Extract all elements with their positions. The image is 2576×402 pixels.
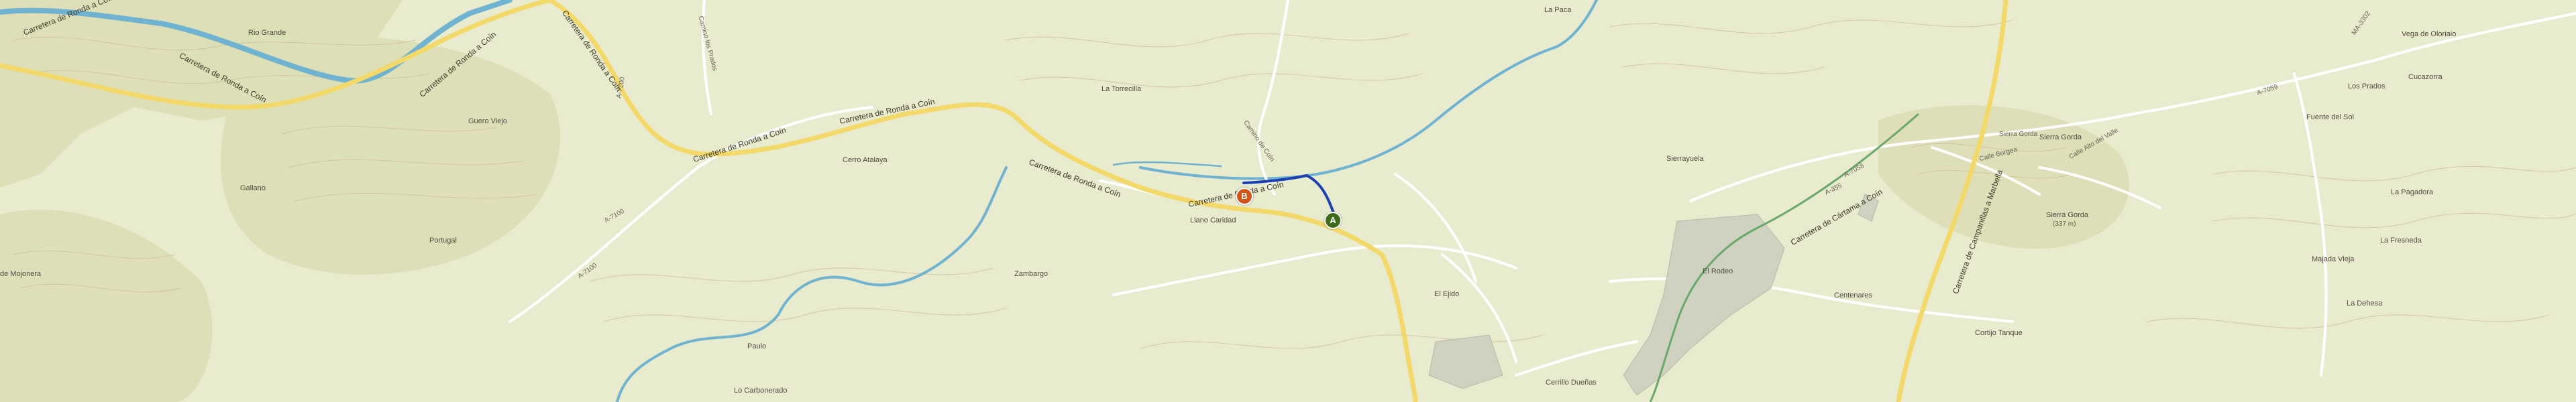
place-label-la-fresneda: La Fresneda [2380,237,2422,245]
place-label-cerrillo-duenas: Cerrillo Dueñas [1546,379,1597,387]
map-base-layer [0,0,2576,402]
place-label-gallano: Gallano [240,184,266,192]
place-label-majada-vieja: Majada Vieja [2312,255,2355,263]
place-label-centenares: Centenares [1834,291,1872,299]
terrain-shading [0,0,2129,402]
peak-label-sierra-gorda: Sierra Gorda [2046,211,2088,219]
place-label-portugal: Portugal [429,237,457,245]
place-label-guero-viejo: Guero Viejo [468,117,507,125]
place-label-el-rodeo: El Rodeo [1703,267,1733,275]
place-label-la-paca: La Paca [1544,6,1572,14]
place-label-rio-grande: Rio Grande [248,29,286,37]
place-label-sierra-gorda: Sierra Gorda [2039,133,2082,141]
place-label-los-prados: Los Prados [2348,82,2385,90]
place-label-la-dehesa: La Dehesa [2347,299,2383,308]
map-canvas[interactable]: Rio Grande La Paca Vega de Oloriaio Cuca… [0,0,2576,402]
route-marker-b[interactable]: B [1236,188,1253,205]
route-marker-a[interactable]: A [1324,212,1342,229]
place-label-el-ejido: El Ejido [1434,290,1460,298]
place-label-cucazorra: Cucazorra [2408,73,2443,81]
place-label-fuente-del-sol: Fuente del Sol [2306,113,2354,121]
place-label-vega-de-oloriaio: Vega de Oloriaio [2402,30,2457,38]
minor-roads [508,0,2576,377]
place-label-la-pagadora: La Pagadora [2391,188,2433,196]
peak-elevation-sierra-gorda: (337 m) [2053,220,2076,228]
place-label-lo-carbonerado: Lo Carbonerado [734,387,788,395]
road-label-sierra-gorda: Sierra Gorda [1999,131,2038,138]
place-label-la-torrecilla: La Torrecilla [1102,85,1142,93]
place-label-de-mojonera: de Mojonera [0,270,42,278]
place-label-cerro-atalaya: Cerro Atalaya [843,156,888,164]
place-label-cortijo-tanque: Cortijo Tanque [1975,329,2023,337]
place-label-paulo: Paulo [747,342,767,350]
place-label-sierrayuela: Sierrayuela [1666,155,1704,163]
place-label-zambargo: Zambargo [1014,270,1049,278]
place-label-llano-caridad: Llano Caridad [1190,216,1236,224]
